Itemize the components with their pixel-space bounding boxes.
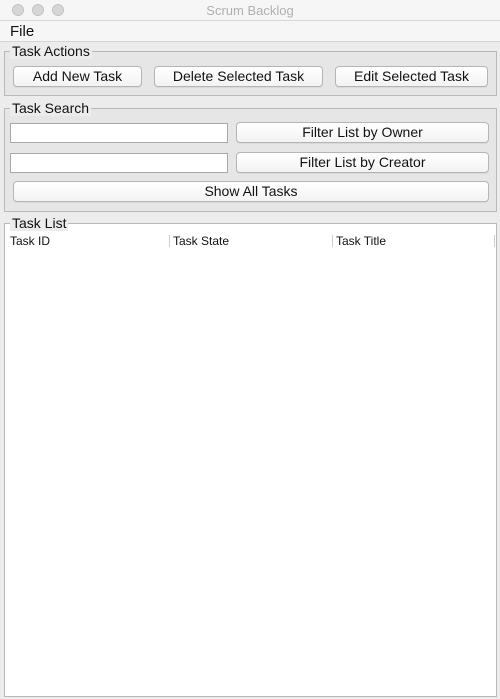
menu-bar: File xyxy=(0,21,500,42)
task-search-title: Task Search xyxy=(10,100,92,116)
column-header-task-id[interactable]: Task ID xyxy=(5,233,168,249)
window-title: Scrum Backlog xyxy=(206,3,294,18)
task-actions-panel: Task Actions Add New Task Delete Selecte… xyxy=(4,43,497,96)
menu-file[interactable]: File xyxy=(10,23,34,40)
creator-filter-input[interactable] xyxy=(10,153,228,173)
show-all-tasks-button[interactable]: Show All Tasks xyxy=(13,181,489,202)
column-header-task-state[interactable]: Task State xyxy=(168,233,331,249)
filter-by-creator-button[interactable]: Filter List by Creator xyxy=(236,152,489,173)
app-window: Scrum Backlog File Task Actions Add New … xyxy=(0,0,500,699)
edit-selected-task-button[interactable]: Edit Selected Task xyxy=(335,66,488,87)
column-header-task-title[interactable]: Task Title xyxy=(331,233,495,249)
delete-selected-task-button[interactable]: Delete Selected Task xyxy=(154,66,323,87)
add-new-task-button[interactable]: Add New Task xyxy=(13,66,142,87)
column-divider xyxy=(494,235,495,247)
task-search-panel: Task Search Filter List by Owner Filter … xyxy=(4,100,497,212)
task-list-title: Task List xyxy=(10,215,69,231)
task-list-panel: Task List Task ID Task State Task Title xyxy=(4,215,497,697)
filter-by-owner-button[interactable]: Filter List by Owner xyxy=(236,122,489,143)
title-bar: Scrum Backlog xyxy=(0,0,500,21)
table-header: Task ID Task State Task Title xyxy=(5,233,496,249)
owner-filter-input[interactable] xyxy=(10,123,228,143)
task-actions-title: Task Actions xyxy=(10,43,92,59)
